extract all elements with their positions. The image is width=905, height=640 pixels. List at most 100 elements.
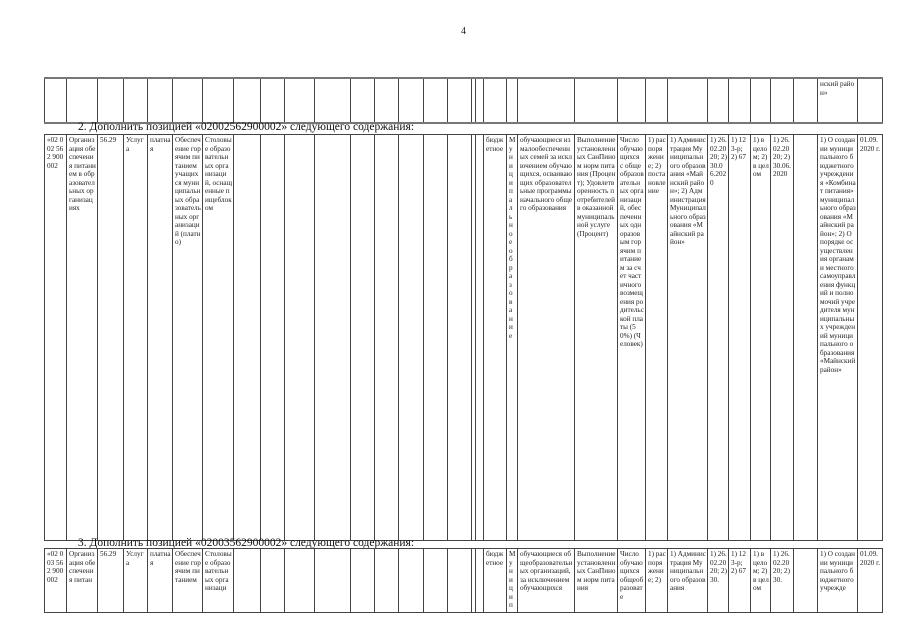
- cell-act-scope: 1) в целом; 2) в целом: [750, 548, 771, 613]
- cell-effective-date: [857, 77, 883, 124]
- cell-level: М у н и ц и п а л ь н о е о б р а з о в …: [506, 134, 518, 541]
- cell-c14: [423, 134, 448, 541]
- cell-c8: [260, 134, 285, 541]
- cell-effective-date: 01.09.2020 г.: [857, 134, 883, 541]
- cell-volume-indicator: Число обучающихся с общеобразовательных …: [617, 134, 646, 541]
- cell-provider: [202, 77, 234, 124]
- cell-budget-type: бюджетное: [483, 134, 507, 541]
- cell-c12: [374, 134, 399, 541]
- table-row: «02 003 562 900 002 Организация обеспечен…: [44, 548, 883, 613]
- cell-name: Организация обеспечения питан: [66, 548, 98, 613]
- cell-act-scope: 1) в целом; 2) в целом: [750, 134, 771, 541]
- cell-budget-type: бюджетное: [483, 548, 507, 613]
- cell-c11: [350, 548, 375, 613]
- cell-okved: 56.29: [97, 548, 124, 613]
- cell-c29: [793, 548, 818, 613]
- cell-okved: [97, 77, 124, 124]
- cell-code: «02 003 562 900 002: [44, 548, 67, 613]
- cell-effective-date: 01.09.2020 г.: [857, 548, 883, 613]
- section-2-table: «02 002 562 900 002 Организация обеспечен…: [44, 134, 883, 541]
- section-2-heading: 2. Дополнить позицией «02002562900002» с…: [78, 121, 415, 133]
- section-3-table: «02 003 562 900 002 Организация обеспечен…: [44, 548, 883, 613]
- cell-act-title: 1) О создании муниципального бюджетного …: [817, 134, 858, 541]
- cell-c14: [423, 77, 448, 124]
- cell-indicators: Выполнение установленных СанПином норм п…: [574, 548, 618, 613]
- cell-provider: Столовые образовательных организаций, ос…: [202, 134, 234, 541]
- cell-name: Организация обеспечения питанием в образ…: [66, 134, 98, 541]
- cell-act-scope: [750, 77, 771, 124]
- cell-type: [123, 77, 148, 124]
- cell-c29: [793, 77, 818, 124]
- cell-name: [66, 77, 98, 124]
- cell-act-date-2: [770, 77, 794, 124]
- cell-c9: [284, 548, 315, 613]
- cell-act-title: нский район»: [817, 77, 858, 124]
- cell-level: [506, 77, 518, 124]
- cell-c15: [447, 77, 472, 124]
- cell-consumers: обучающиеся из малообеспеченных семей за…: [517, 134, 575, 541]
- cell-act-type: [645, 77, 668, 124]
- cell-c17: [475, 77, 484, 124]
- cell-c8: [260, 548, 285, 613]
- page-number: 4: [461, 26, 466, 37]
- cell-c14: [423, 548, 448, 613]
- cell-payment: платная: [147, 548, 173, 613]
- cell-act-date-2: 1) 26.02.2020; 2) 30.06.2020: [770, 134, 794, 541]
- cell-act-type: 1) распоряжение; 2): [645, 548, 668, 613]
- cell-c7: [233, 134, 261, 541]
- cell-c10: [314, 548, 351, 613]
- level-text: М у н и ц и п: [509, 550, 516, 609]
- cell-c11: [350, 77, 375, 124]
- cell-c12: [374, 77, 399, 124]
- cell-c9: [284, 77, 315, 124]
- table-row: «02 002 562 900 002 Организация обеспечен…: [44, 134, 883, 541]
- cell-indicators: [574, 77, 618, 124]
- cell-act-issuer: 1) Администрация Муниципального образова…: [667, 134, 708, 541]
- cell-c13: [398, 548, 424, 613]
- cell-act-title: 1) О создании муниципального бюджетного …: [817, 548, 858, 613]
- cell-act-number: [728, 77, 751, 124]
- cell-act-issuer: [667, 77, 708, 124]
- top-table-continuation: нский район»: [44, 77, 883, 124]
- cell-consumers: [517, 77, 575, 124]
- cell-content: [172, 77, 203, 124]
- cell-content: Обеспечение горячим питанием учащихся му…: [172, 134, 203, 541]
- cell-act-number: 1) 123-р; 2) 67: [728, 134, 751, 541]
- cell-c12: [374, 548, 399, 613]
- cell-c10: [314, 134, 351, 541]
- cell-act-date: 1) 26.02.2020; 2) 30.06.2020: [707, 134, 729, 541]
- cell-act-number: 1) 123-р; 2) 67: [728, 548, 751, 613]
- cell-indicators: Выполнение установленных СанПином норм п…: [574, 134, 618, 541]
- cell-c13: [398, 134, 424, 541]
- cell-provider: Столовые образовательных организаци: [202, 548, 234, 613]
- table-row: нский район»: [44, 77, 883, 124]
- cell-consumers: обучающиеся общеобразовательных организа…: [517, 548, 575, 613]
- cell-act-date: 1) 26.02.2020; 2) 30.: [707, 548, 729, 613]
- cell-act-date-2: 1) 26.02.2020; 2) 30.: [770, 548, 794, 613]
- cell-volume-indicator: [617, 77, 646, 124]
- cell-type: Услуга: [123, 134, 148, 541]
- cell-c10: [314, 77, 351, 124]
- cell-level: М у н и ц и п: [506, 548, 518, 613]
- cell-c15: [447, 548, 472, 613]
- cell-okved: 56.29: [97, 134, 124, 541]
- cell-c15: [447, 134, 472, 541]
- cell-act-type: 1) распоряжение; 2) постановление: [645, 134, 668, 541]
- cell-code: «02 002 562 900 002: [44, 134, 67, 541]
- cell-act-issuer: 1) Администрация Муниципального образова…: [667, 548, 708, 613]
- cell-c17: [475, 134, 484, 541]
- cell-act-date: [707, 77, 729, 124]
- cell-type: Услуга: [123, 548, 148, 613]
- cell-c13: [398, 77, 424, 124]
- cell-payment: [147, 77, 173, 124]
- cell-volume-indicator: Число обучающихся общеобразовате: [617, 548, 646, 613]
- cell-c17: [475, 548, 484, 613]
- cell-c7: [233, 548, 261, 613]
- cell-c9: [284, 134, 315, 541]
- cell-payment: платная: [147, 134, 173, 541]
- cell-c29: [793, 134, 818, 541]
- cell-c7: [233, 77, 261, 124]
- cell-c11: [350, 134, 375, 541]
- cell-code: [44, 77, 67, 124]
- cell-budget-type: [483, 77, 507, 124]
